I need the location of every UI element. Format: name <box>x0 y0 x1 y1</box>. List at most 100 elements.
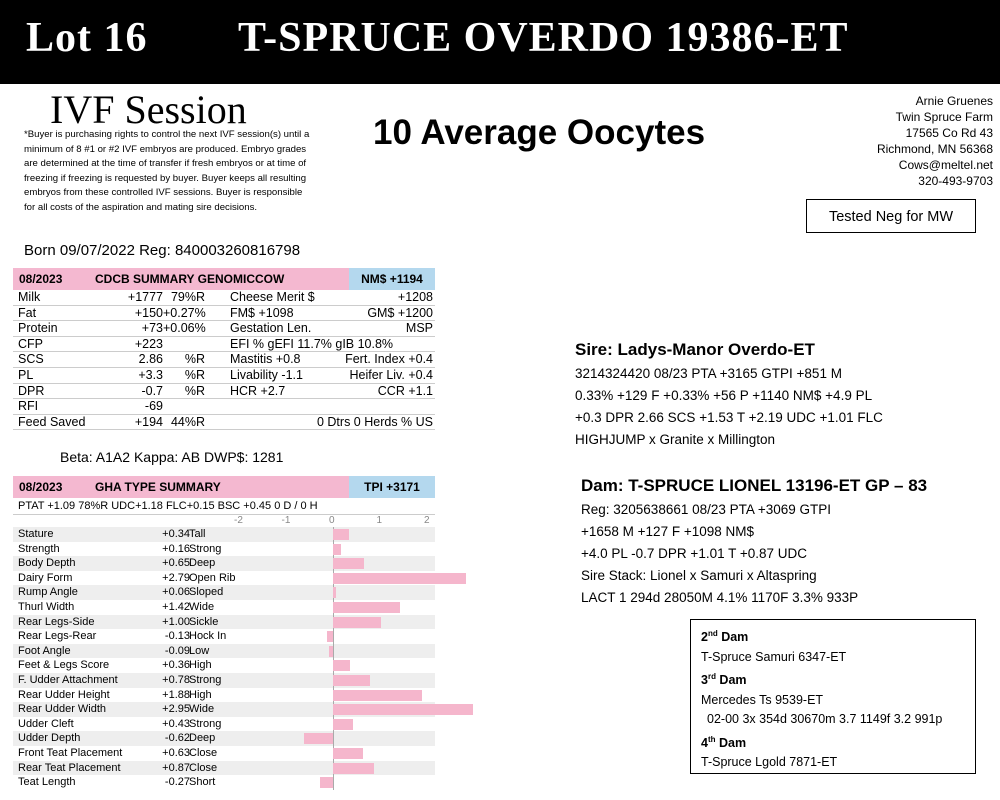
contact-address: Arnie Gruenes Twin Spruce Farm 17565 Co … <box>877 93 993 189</box>
owner-name: Arnie Gruenes <box>915 94 993 108</box>
trait-row: Udder Cleft +0.43 Strong <box>13 716 435 732</box>
type-trait-rows: Stature +0.34 Tall Strength +0.16 Strong Body … <box>13 527 474 790</box>
cdcb-rows: Milk +1777 79%R Cheese Merit $ +1208 Fat +150 +… <box>13 290 435 431</box>
dam-line: +4.0 PL -0.7 DPR +1.01 T +0.87 UDC <box>581 546 808 561</box>
trait-label: +0.78 <box>162 673 190 686</box>
trait-label: +2.79 <box>162 571 190 584</box>
beta-kappa-line: Beta: A1A2 Kappa: AB DWP$: 1281 <box>60 449 284 465</box>
zero-line <box>333 775 334 790</box>
trait-desc: Short <box>189 776 216 789</box>
trait-desc: Open Rib <box>189 571 236 584</box>
trait-bar <box>333 587 336 599</box>
cdcb-cell: %R <box>184 367 205 382</box>
trait-label: +0.65 <box>162 557 190 570</box>
cdcb-cell: Milk <box>18 290 41 304</box>
cdcb-cell: -0.7 <box>141 383 163 398</box>
sire-line: 3214324420 08/23 PTA +3165 GTPI +851 M <box>575 366 842 381</box>
cdcb-cell: Fert. Index +0.4 <box>345 352 433 367</box>
cdcb-row: DPR -0.7 %R HCR +2.7 CCR +1.1 <box>13 384 435 400</box>
sire-info: Sire: Ladys-Manor Overdo-ET 3214324420 0… <box>575 340 883 451</box>
trait-name: F. Udder Attachment <box>18 673 118 686</box>
cdcb-cell: PL <box>18 367 34 382</box>
city-state: Richmond, MN 56368 <box>876 142 993 156</box>
trait-row: Teat Length -0.27 Short <box>13 775 435 790</box>
trait-row: Rear Legs-Side +1.00 Sickle <box>13 614 435 630</box>
cdcb-cell: RFI <box>18 399 39 414</box>
cdcb-cell: MSP <box>405 321 433 336</box>
trait-bar <box>333 747 363 759</box>
trait-desc: Deep <box>189 557 216 570</box>
trait-name: Dairy Form <box>18 571 73 584</box>
gha-date: 08/2023 <box>13 476 81 498</box>
trait-desc: Close <box>189 761 218 774</box>
trait-label: +0.43 <box>162 717 190 730</box>
third-dam-num: 3 <box>701 673 708 688</box>
cdcb-title: CDCB SUMMARY GENOMICCOW <box>81 268 349 290</box>
trait-label: +0.06 <box>162 586 190 599</box>
cdcb-cell: +0.06% <box>163 321 206 336</box>
cdcb-cell: FM$ +1098 <box>230 305 294 320</box>
trait-bar <box>303 733 333 745</box>
trait-row: Rear Legs-Rear -0.13 Hock In <box>13 629 435 644</box>
cdcb-cell: +150 <box>134 305 163 320</box>
trait-name: Rump Angle <box>18 586 78 599</box>
cdcb-row: Fat +150 +0.27% FM$ +1098 GM$ +1200 <box>13 306 435 322</box>
third-dam-sup: rd <box>707 672 716 682</box>
dam-line: Reg: 3205638661 08/23 PTA +3069 GTPI <box>581 502 832 517</box>
cdcb-row: Feed Saved +194 44%R 0 Dtrs 0 Herds % US <box>13 415 435 431</box>
trait-name: Feet & Legs Score <box>18 659 110 672</box>
cdcb-cell: GM$ +1200 <box>367 305 433 320</box>
street-address: 17565 Co Rd 43 <box>905 126 993 140</box>
trait-bar <box>333 704 474 716</box>
phone: 320-493-9703 <box>918 174 993 188</box>
cdcb-date: 08/2023 <box>13 268 81 290</box>
trait-desc: Sickle <box>189 615 219 628</box>
third-dam-name: Mercedes Ts 9539-ET <box>701 692 824 707</box>
trait-name: Udder Depth <box>18 732 81 745</box>
trait-bar <box>333 762 375 774</box>
cdcb-cell: +1208 <box>397 290 433 304</box>
type-scale: -2 -1 0 1 2 <box>13 515 435 527</box>
scale-tick-label: -1 <box>281 515 291 526</box>
second-dam-num: 2 <box>701 630 708 645</box>
trait-row: Rear Udder Width +2.95 Wide <box>13 702 474 717</box>
trait-name: Stature <box>18 528 54 540</box>
cdcb-cell: CFP <box>18 336 43 351</box>
cdcb-cell: 79%R <box>170 290 205 304</box>
cdcb-cell: +73 <box>141 321 163 336</box>
email: Cows@meltel.net <box>898 158 993 172</box>
zero-line <box>333 629 334 644</box>
oocytes-heading: 10 Average Oocytes <box>373 113 706 152</box>
trait-row: Body Depth +0.65 Deep <box>13 556 435 571</box>
nm-dollars: NM$ +1194 <box>349 268 435 290</box>
trait-bar <box>328 645 333 657</box>
trait-label: +2.95 <box>162 703 190 716</box>
cdcb-row: CFP +223 EFI % gEFI 11.7% gIB 10.8% <box>13 337 435 353</box>
mw-test-badge: Tested Neg for MW <box>806 199 976 233</box>
cdcb-cell: CCR +1.1 <box>377 383 433 398</box>
ivf-session-title: IVF Session <box>50 87 247 132</box>
trait-desc: Wide <box>189 703 215 716</box>
trait-desc: Tall <box>189 528 206 540</box>
cdcb-cell: %R <box>184 383 205 398</box>
cdcb-cell: EFI % gEFI 11.7% gIB 10.8% <box>230 336 394 351</box>
trait-row: Front Teat Placement +0.63 Close <box>13 745 435 761</box>
sire-line: HIGHJUMP x Granite x Millington <box>575 432 776 447</box>
trait-name: Body Depth <box>18 557 76 570</box>
cdcb-summary-table: 08/2023 CDCB SUMMARY GENOMICCOW NM$ +119… <box>13 268 435 431</box>
second-dam-word: Dam <box>717 630 749 645</box>
cdcb-cell: DPR <box>18 383 45 398</box>
trait-name: Rear Udder Width <box>18 703 107 716</box>
scale-tick-label: -2 <box>234 515 243 526</box>
cdcb-row: RFI -69 <box>13 399 435 415</box>
second-dam-label: 2nd Dam <box>701 624 965 648</box>
trait-row: Thurl Width +1.42 Wide <box>13 599 435 615</box>
gha-type-summary: 08/2023 GHA TYPE SUMMARY TPI +3171 PTAT … <box>13 476 474 790</box>
trait-row: Udder Depth -0.62 Deep <box>13 731 435 746</box>
cdcb-cell: Gestation Len. <box>230 321 312 336</box>
trait-row: Stature +0.34 Tall <box>13 527 435 542</box>
third-dam-word: Dam <box>715 673 747 688</box>
trait-row: Rear Udder Height +1.88 High <box>13 687 435 703</box>
trait-desc: Deep <box>189 732 216 745</box>
dam-line: LACT 1 294d 28050M 4.1% 1170F 3.3% 933P <box>581 590 859 605</box>
